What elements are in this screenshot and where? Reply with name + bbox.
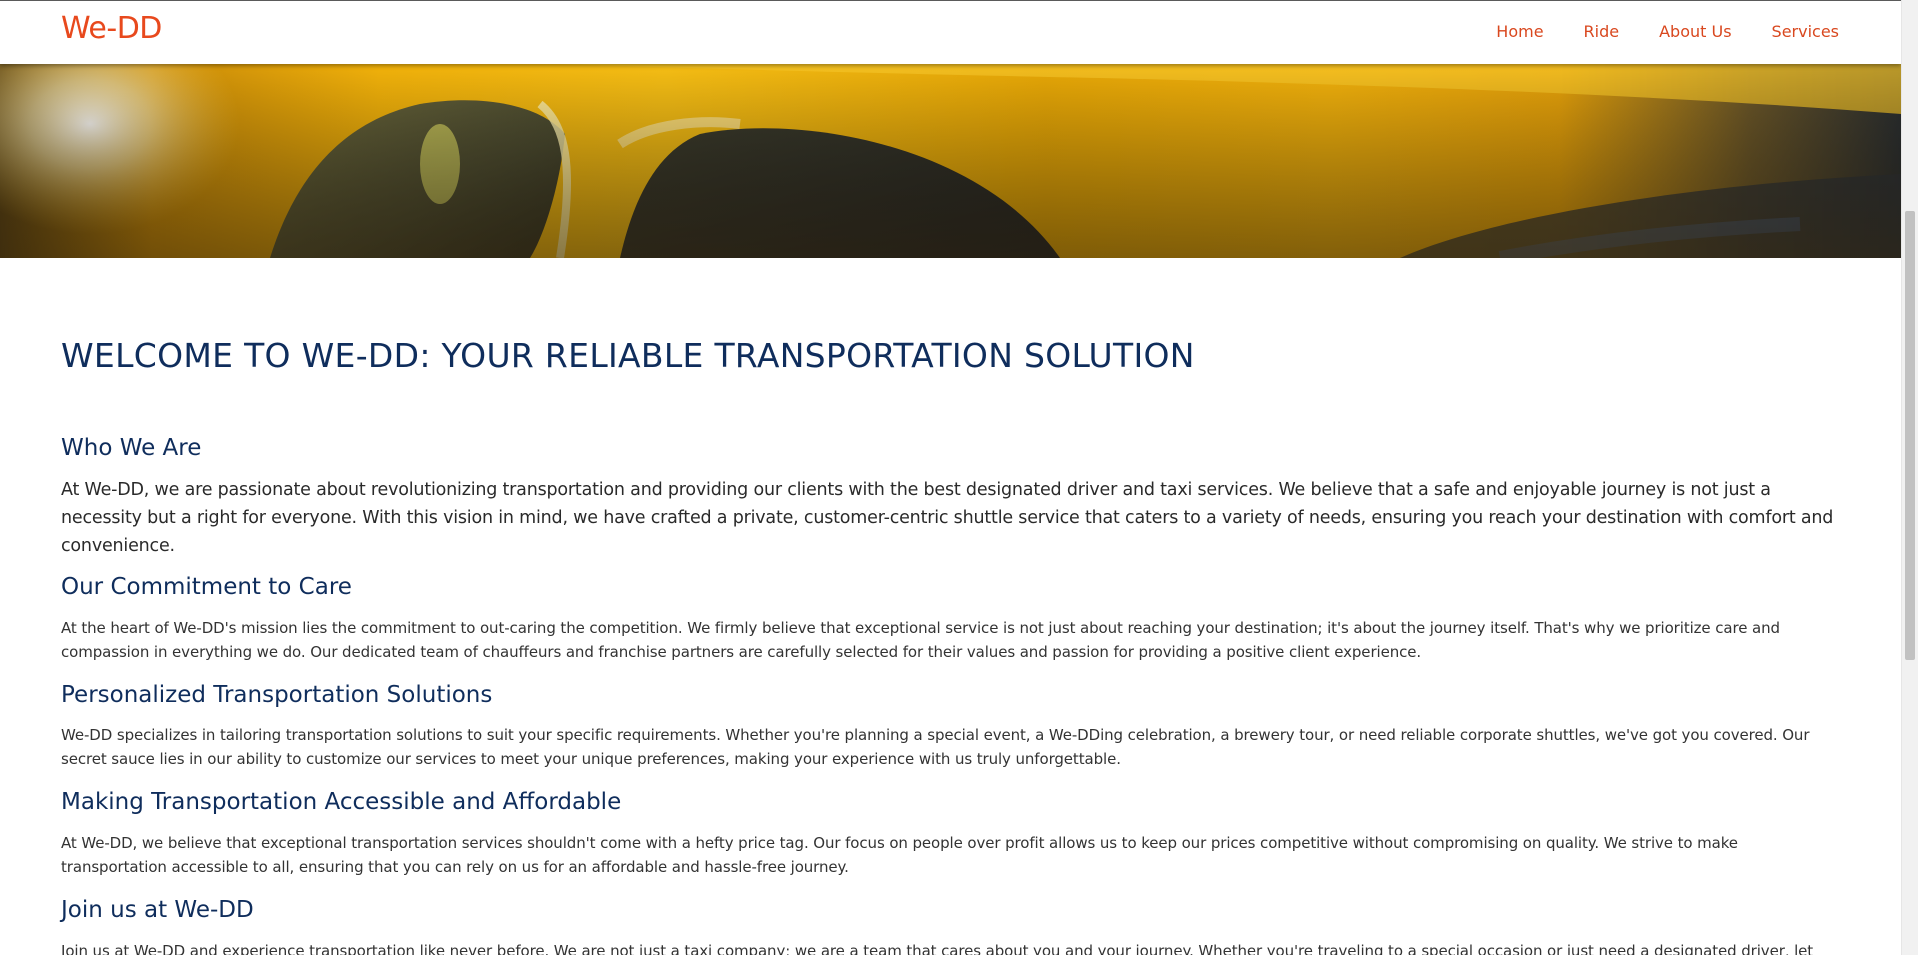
section-heading: Our Commitment to Care: [61, 574, 352, 601]
section-join-us: Join us at We-DD Join us at We-DD and ex…: [61, 897, 1841, 955]
brand-logo-link[interactable]: We-DD: [61, 11, 162, 46]
section-commitment: Our Commitment to Care At the heart of W…: [61, 574, 1841, 664]
section-text: At We-DD, we believe that exceptional tr…: [61, 833, 1738, 876]
section-text: At We-DD, we are passionate about revolu…: [61, 480, 1834, 557]
section-heading: Making Transportation Accessible and Aff…: [61, 789, 622, 816]
section-heading: Join us at We-DD: [61, 896, 254, 923]
page-title: WELCOME TO WE-DD: YOUR RELIABLE TRANSPOR…: [61, 336, 1195, 375]
yellow-taxi-image: [0, 64, 1901, 258]
main-nav: Home Ride About Us Services: [1456, 22, 1839, 41]
nav-link-home[interactable]: Home: [1496, 22, 1543, 41]
hero-banner: [0, 64, 1901, 258]
section-text: We-DD specializes in tailoring transport…: [61, 726, 1810, 769]
section-accessible: Making Transportation Accessible and Aff…: [61, 789, 1841, 879]
section-heading: Personalized Transportation Solutions: [61, 681, 493, 708]
page-scrollbar[interactable]: [1901, 0, 1918, 955]
section-text: Join us at We-DD and experience transpor…: [61, 941, 1814, 955]
main-content: WELCOME TO WE-DD: YOUR RELIABLE TRANSPOR…: [61, 258, 1841, 955]
site-header: We-DD Home Ride About Us Services: [0, 0, 1901, 64]
scrollbar-thumb[interactable]: [1905, 211, 1915, 660]
nav-link-services[interactable]: Services: [1772, 22, 1839, 41]
section-heading: Who We Are: [61, 434, 202, 461]
section-personalized: Personalized Transportation Solutions We…: [61, 682, 1841, 772]
page-viewport: We-DD Home Ride About Us Services WELCOM…: [0, 0, 1901, 955]
nav-link-about-us[interactable]: About Us: [1659, 22, 1731, 41]
section-who-we-are: Who We Are At We-DD, we are passionate a…: [61, 435, 1841, 561]
section-text: At the heart of We-DD's mission lies the…: [61, 618, 1780, 661]
nav-link-ride[interactable]: Ride: [1584, 22, 1620, 41]
